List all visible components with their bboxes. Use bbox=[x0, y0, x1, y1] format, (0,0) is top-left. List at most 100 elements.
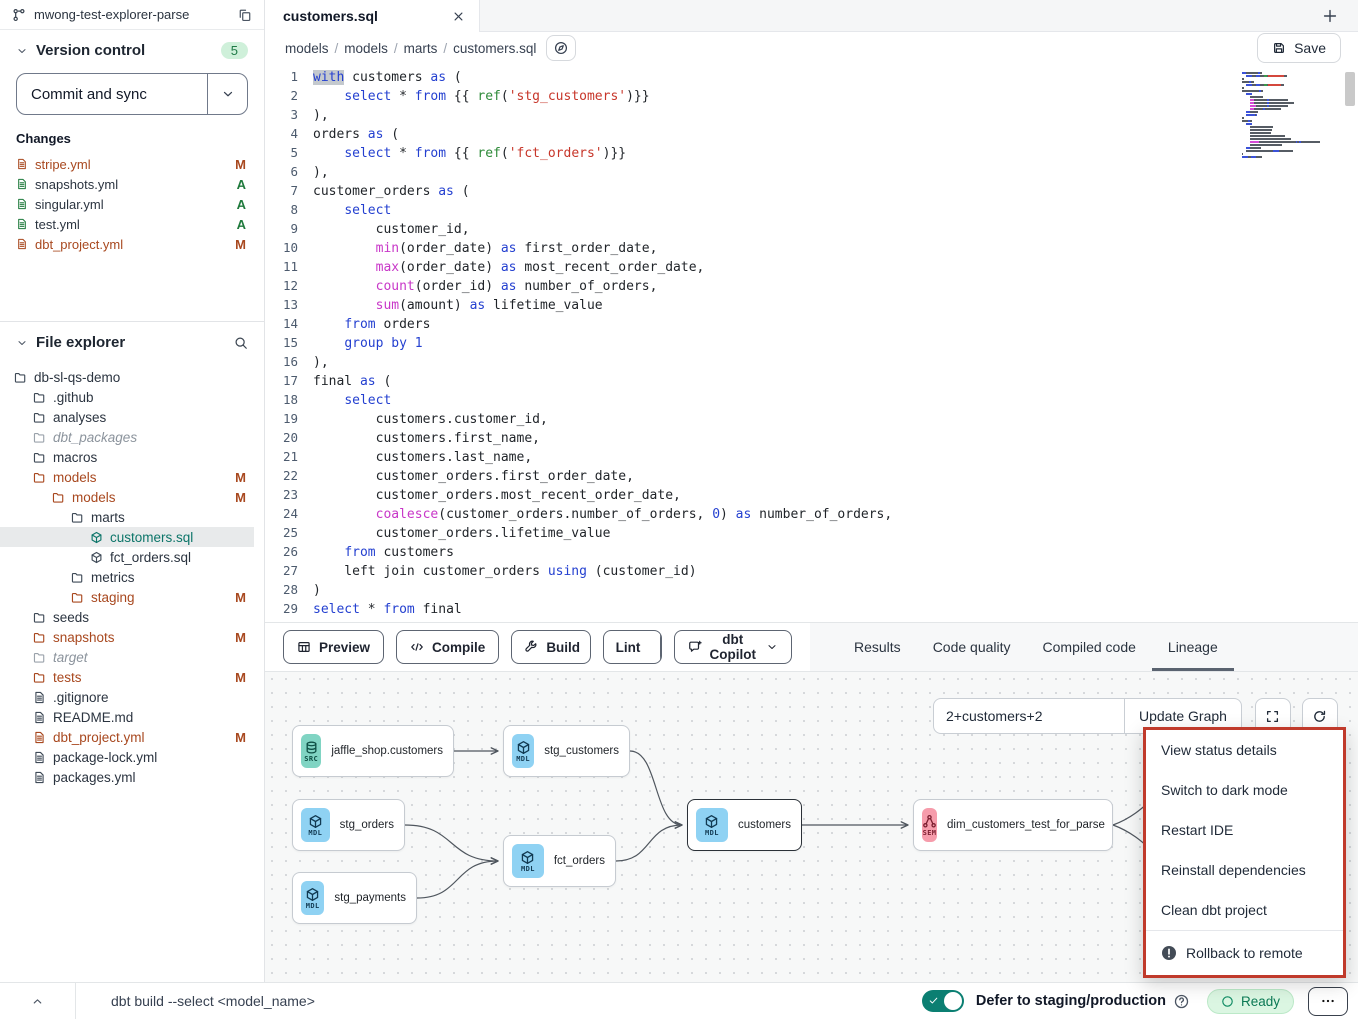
tree-item-customers-sql[interactable]: customers.sql bbox=[0, 527, 254, 547]
defer-label: Defer to staging/production bbox=[976, 993, 1166, 1009]
change-item-test-yml[interactable]: test.ymlA bbox=[16, 214, 248, 234]
help-icon[interactable] bbox=[1174, 994, 1189, 1009]
build-label: Build bbox=[546, 640, 580, 655]
status-badge-ready[interactable]: Ready bbox=[1207, 989, 1294, 1014]
menu-item-rollback-to-remote[interactable]: Rollback to remote bbox=[1146, 931, 1343, 975]
build-button[interactable]: Build bbox=[512, 631, 590, 663]
lineage-node-dim-customers-test-for-parse[interactable]: SEM dim_customers_test_for_parse bbox=[913, 799, 1113, 851]
lineage-node-stg-orders[interactable]: MDLstg_orders bbox=[292, 799, 405, 851]
command-input[interactable]: dbt build --select <model_name> bbox=[111, 993, 315, 1009]
panel-tab-results[interactable]: Results bbox=[838, 623, 917, 671]
close-icon[interactable] bbox=[452, 10, 465, 23]
node-type-badge: SEM bbox=[923, 829, 937, 837]
tree-item-fct-orders-sql[interactable]: fct_orders.sql bbox=[0, 547, 254, 567]
menu-item-clean-dbt-project[interactable]: Clean dbt project bbox=[1146, 890, 1343, 930]
lineage-node-stg-payments[interactable]: MDLstg_payments bbox=[292, 872, 417, 924]
code-line: 8 select bbox=[265, 201, 1358, 220]
tree-item-name: target bbox=[53, 650, 246, 665]
search-icon[interactable] bbox=[234, 336, 248, 350]
preview-button[interactable]: Preview bbox=[283, 630, 384, 664]
wrench-icon bbox=[524, 640, 538, 654]
tree-item-dbt-project-yml[interactable]: dbt_project.ymlM bbox=[0, 727, 254, 747]
menu-item-restart-ide[interactable]: Restart IDE bbox=[1146, 810, 1343, 850]
tree-item-analyses[interactable]: analyses bbox=[0, 407, 254, 427]
menu-item-switch-to-dark-mode[interactable]: Switch to dark mode bbox=[1146, 770, 1343, 810]
chevron-down-icon[interactable] bbox=[16, 337, 28, 349]
action-buttons: Preview Compile Build Lint bbox=[265, 623, 810, 671]
tree-item-readme-md[interactable]: README.md bbox=[0, 707, 254, 727]
node-type-badge: MDL bbox=[306, 902, 320, 910]
code-editor[interactable]: 1with customers as (2 select * from {{ r… bbox=[265, 64, 1358, 622]
tree-item-marts[interactable]: marts bbox=[0, 507, 254, 527]
lineage-selector-input[interactable] bbox=[933, 698, 1125, 734]
code-line: 24 coalesce(customer_orders.number_of_or… bbox=[265, 505, 1358, 524]
tree-item-target[interactable]: target bbox=[0, 647, 254, 667]
tree-item-seeds[interactable]: seeds bbox=[0, 607, 254, 627]
tree-item-dbt-packages[interactable]: dbt_packages bbox=[0, 427, 254, 447]
line-number: 8 bbox=[265, 201, 313, 219]
collapse-panel-button[interactable] bbox=[0, 995, 75, 1008]
folder-icon bbox=[33, 451, 46, 464]
breadcrumb-marts[interactable]: marts bbox=[404, 41, 438, 56]
lineage-node-fct-orders[interactable]: MDLfct_orders bbox=[503, 835, 616, 887]
breadcrumb-customers-sql[interactable]: customers.sql bbox=[453, 41, 536, 56]
line-number: 26 bbox=[265, 543, 313, 561]
editor-scrollbar[interactable] bbox=[1345, 72, 1355, 106]
compile-button[interactable]: Compile bbox=[396, 630, 499, 664]
commit-and-sync-button[interactable]: Commit and sync bbox=[16, 73, 248, 115]
commit-options-button[interactable] bbox=[207, 74, 247, 114]
ide-options-menu: View status detailsSwitch to dark modeRe… bbox=[1143, 727, 1346, 978]
tree-item-gitignore[interactable]: .gitignore bbox=[0, 687, 254, 707]
dbt-copilot-button[interactable]: dbt Copilot bbox=[674, 630, 792, 664]
breadcrumb-models[interactable]: models bbox=[344, 41, 388, 56]
panel-tab-lineage[interactable]: Lineage bbox=[1152, 623, 1234, 671]
tree-item-models[interactable]: modelsM bbox=[0, 487, 254, 507]
tree-item-macros[interactable]: macros bbox=[0, 447, 254, 467]
cube-icon: MDL bbox=[301, 881, 324, 915]
defer-toggle[interactable] bbox=[922, 990, 964, 1012]
tree-item-staging[interactable]: stagingM bbox=[0, 587, 254, 607]
lint-button[interactable]: Lint bbox=[604, 631, 653, 663]
tree-item-packages-yml[interactable]: packages.yml bbox=[0, 767, 254, 787]
line-number: 10 bbox=[265, 239, 313, 257]
change-item-dbt-project-yml[interactable]: dbt_project.ymlM bbox=[16, 234, 248, 254]
lint-options-button[interactable] bbox=[660, 631, 661, 663]
tab-customers-sql[interactable]: customers.sql bbox=[265, 0, 480, 32]
tree-item-github[interactable]: .github bbox=[0, 387, 254, 407]
lineage-node-customers[interactable]: MDLcustomers bbox=[687, 799, 802, 851]
save-button[interactable]: Save bbox=[1257, 33, 1341, 63]
tree-item-metrics[interactable]: metrics bbox=[0, 567, 254, 587]
folder-icon bbox=[71, 571, 84, 584]
copy-icon[interactable] bbox=[238, 8, 252, 22]
tree-item-db-sl-qs-demo[interactable]: db-sl-qs-demo bbox=[0, 367, 254, 387]
menu-item-view-status-details[interactable]: View status details bbox=[1146, 730, 1343, 770]
change-item-snapshots-yml[interactable]: snapshots.ymlA bbox=[16, 174, 248, 194]
sidebar: mwong-test-explorer-parse Version contro… bbox=[0, 0, 265, 982]
line-number: 12 bbox=[265, 277, 313, 295]
more-options-button[interactable] bbox=[1308, 987, 1348, 1016]
code-line: 3), bbox=[265, 106, 1358, 125]
chevron-down-icon[interactable] bbox=[16, 45, 28, 57]
folder-icon bbox=[33, 671, 46, 684]
code-line: 28) bbox=[265, 581, 1358, 600]
node-label: dim_customers_test_for_parse bbox=[947, 819, 1105, 831]
panel-tab-compiled-code[interactable]: Compiled code bbox=[1027, 623, 1152, 671]
lineage-node-jaffle-shop-customers[interactable]: SRCjaffle_shop.customers bbox=[292, 725, 454, 777]
minimap[interactable] bbox=[1242, 72, 1300, 159]
file-icon bbox=[16, 218, 28, 230]
tree-item-tests[interactable]: testsM bbox=[0, 667, 254, 687]
file-navigate-button[interactable] bbox=[546, 35, 576, 61]
copilot-icon bbox=[688, 640, 702, 654]
code-line: 12 count(order_id) as number_of_orders, bbox=[265, 277, 1358, 296]
tree-item-snapshots[interactable]: snapshotsM bbox=[0, 627, 254, 647]
tree-item-package-lock-yml[interactable]: package-lock.yml bbox=[0, 747, 254, 767]
lineage-node-stg-customers[interactable]: MDLstg_customers bbox=[503, 725, 630, 777]
tree-item-models[interactable]: modelsM bbox=[0, 467, 254, 487]
change-item-stripe-yml[interactable]: stripe.ymlM bbox=[16, 154, 248, 174]
new-tab-button[interactable] bbox=[1322, 0, 1338, 32]
breadcrumb-separator: / bbox=[394, 41, 398, 56]
change-item-singular-yml[interactable]: singular.ymlA bbox=[16, 194, 248, 214]
menu-item-reinstall-dependencies[interactable]: Reinstall dependencies bbox=[1146, 850, 1343, 890]
panel-tab-code-quality[interactable]: Code quality bbox=[917, 623, 1027, 671]
breadcrumb-models[interactable]: models bbox=[285, 41, 329, 56]
